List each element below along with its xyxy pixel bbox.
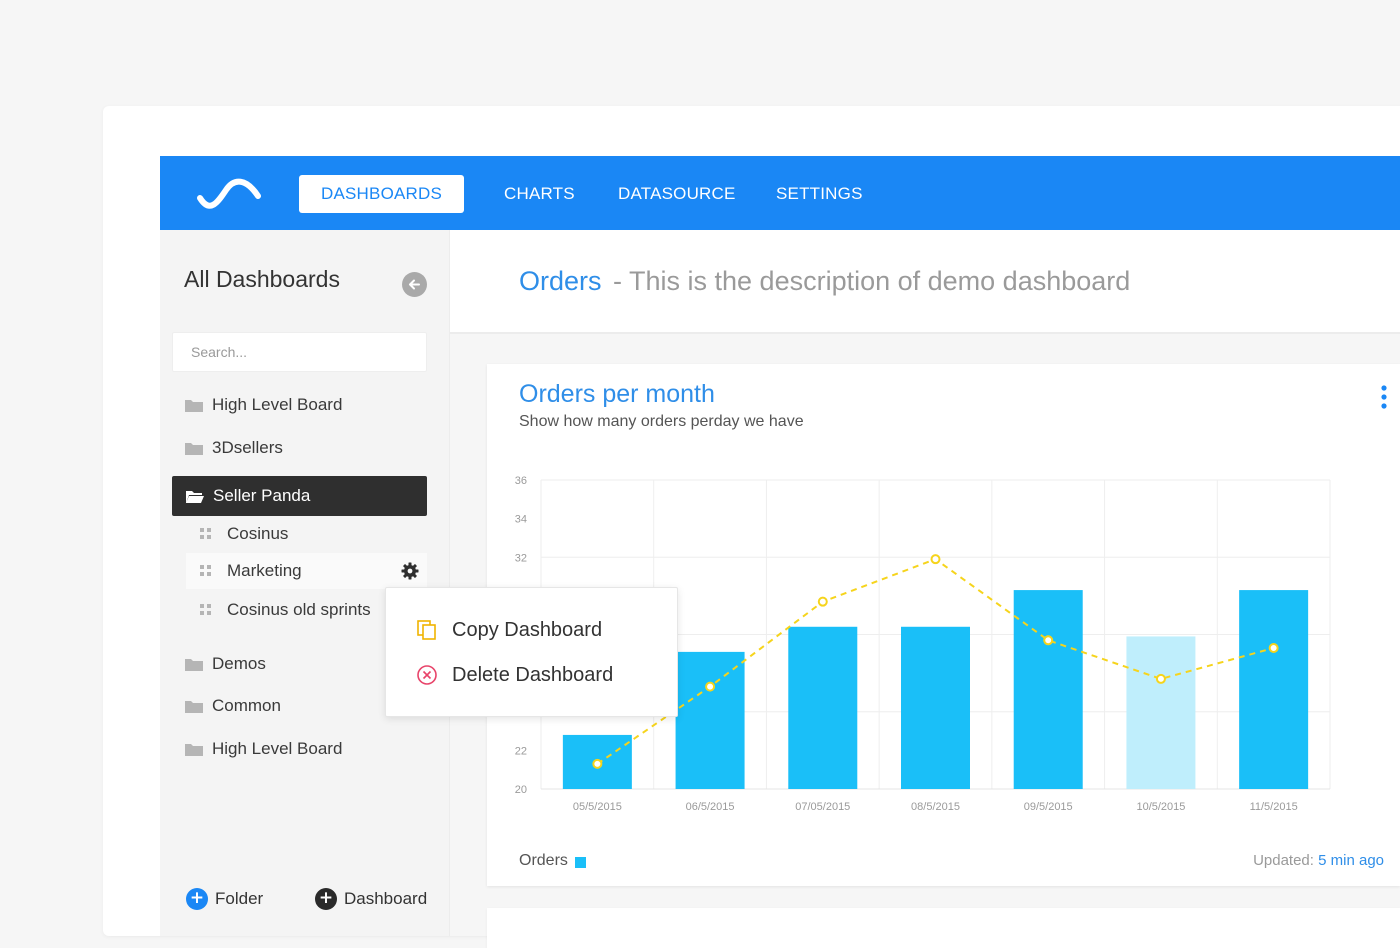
next-card [487,908,1400,948]
folder-icon [185,658,203,671]
search-input[interactable] [172,332,427,372]
trend-point [1043,635,1054,646]
plus-icon: + [315,888,337,910]
arrow-left-icon [409,279,420,290]
x-tick-label: 11/5/2015 [1250,801,1298,813]
trend-point [1268,643,1279,654]
x-tick-label: 07/05/2015 [795,801,850,813]
bar [788,626,858,789]
dashboard-item[interactable]: Cosinus [186,516,427,552]
add-dashboard-button[interactable]: + Dashboard [315,888,427,910]
chart-title: Orders per month [519,380,715,408]
add-dashboard-label: Dashboard [344,889,428,908]
context-menu: Copy Dashboard Delete Dashboard [385,587,678,717]
gear-icon[interactable] [401,562,419,580]
sidebar: All Dashboards High Level Board 3Dseller… [160,230,450,936]
bar [901,626,970,789]
y-tick-label: 32 [515,552,527,564]
trend-point [705,681,716,692]
folder-item[interactable]: Demos [185,652,266,676]
drag-handle-icon[interactable] [200,565,212,577]
bar [675,651,745,789]
y-tick-label: 34 [515,514,527,526]
legend-label: Orders [519,852,568,869]
x-tick-label: 10/5/2015 [1136,801,1185,813]
folder-label: High Level Board [212,395,343,414]
trend-point [930,554,941,565]
dashboard-label: Cosinus old sprints [227,600,371,619]
updated-label: Updated: [1253,852,1314,869]
bar [1239,590,1309,789]
y-tick-label: 22 [515,745,527,757]
x-tick-label: 06/5/2015 [686,801,735,813]
collapse-sidebar-button[interactable] [402,272,427,297]
drag-handle-icon[interactable] [200,528,212,540]
drag-handle-icon[interactable] [200,604,212,616]
chart-subtitle: Show how many orders perday we have [519,413,804,430]
x-tick-label: 08/5/2015 [911,801,960,813]
plus-icon: + [186,888,208,910]
folder-icon [185,442,203,455]
page-description: - This is the description of demo dashbo… [613,266,1131,296]
trend-point [1155,673,1166,684]
tab-charts[interactable]: CHARTS [504,175,575,213]
folder-item[interactable]: 3Dsellers [185,436,283,460]
folder-label: Common [212,696,281,715]
trend-point [817,596,828,607]
copy-dashboard-label: Copy Dashboard [452,618,603,641]
page-title: Orders [519,266,602,296]
dashboard-label: Marketing [227,561,302,580]
x-tick-label: 05/5/2015 [573,801,622,813]
add-folder-button[interactable]: + Folder [186,888,263,910]
folder-item[interactable]: High Level Board [185,393,342,417]
delete-dashboard-label: Delete Dashboard [452,663,614,686]
copy-dashboard-item[interactable]: Copy Dashboard [416,615,602,645]
folder-label: Demos [212,654,266,673]
tab-settings[interactable]: SETTINGS [776,175,863,213]
sidebar-title: All Dashboards [184,266,340,292]
folder-item[interactable]: Common [185,694,281,718]
bar [1126,636,1196,789]
folder-label: Seller Panda [213,486,311,505]
tab-dashboards[interactable]: DASHBOARDS [299,175,465,213]
logo-wave-icon[interactable] [196,172,264,212]
updated-time: 5 min ago [1318,852,1384,869]
copy-icon [417,620,436,640]
folder-icon [185,743,203,756]
bar [1013,590,1083,789]
folder-label: 3Dsellers [212,438,283,457]
page-header: Orders - This is the description of demo… [450,230,1400,334]
y-tick-label: 36 [515,475,527,487]
top-navigation-bar: DASHBOARDS CHARTS DATASOURCE SETTINGS [160,156,1400,230]
folder-label: High Level Board [212,739,343,758]
dashboard-item[interactable]: Marketing [186,553,427,589]
y-tick-label: 20 [515,784,527,796]
delete-dashboard-item[interactable]: Delete Dashboard [416,660,613,690]
dashboard-label: Cosinus [227,524,289,543]
folder-icon [185,399,203,412]
delete-icon [417,665,437,685]
updated-status: Updated: 5 min ago [1253,852,1384,869]
legend-swatch [574,857,586,868]
x-tick-label: 09/5/2015 [1024,801,1073,813]
folder-icon [185,700,203,713]
folder-item-active[interactable]: Seller Panda [172,476,427,516]
folder-open-icon [186,490,204,503]
add-folder-label: Folder [215,889,264,908]
trend-point [592,758,603,769]
folder-item[interactable]: High Level Board [185,737,342,761]
tab-datasource[interactable]: DATASOURCE [618,175,736,213]
more-options-icon[interactable] [1380,384,1388,410]
chart-legend: Orders [519,852,586,870]
